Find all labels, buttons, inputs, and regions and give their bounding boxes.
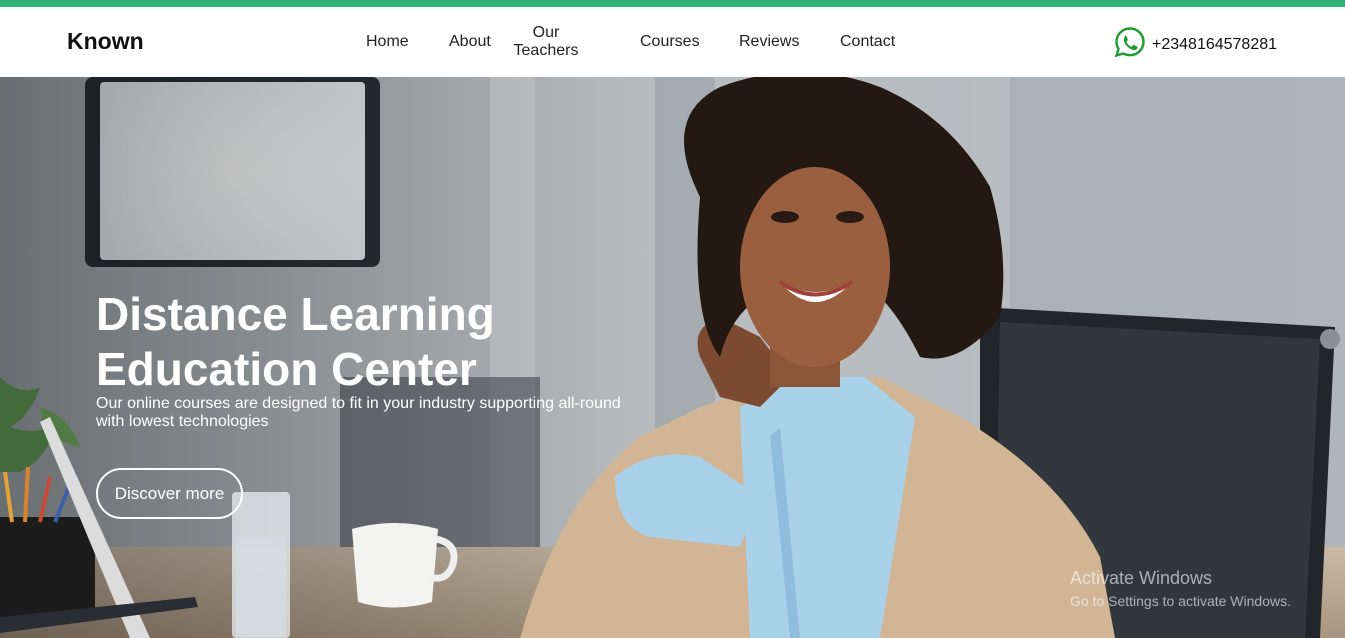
nav-our-teachers-line1: Our [532, 24, 560, 41]
activate-windows-watermark: Activate Windows Go to Settings to activ… [1070, 568, 1291, 609]
hero-subtitle-line2: with lowest technologies [96, 413, 269, 430]
nav-our-teachers[interactable]: Our Teachers [511, 24, 581, 60]
hero-section: Distance Learning Education Center Our o… [0, 77, 1345, 638]
hero-title-line2: Education Center [96, 343, 477, 395]
whatsapp-icon [1114, 26, 1146, 63]
hero-title: Distance Learning Education Center [96, 287, 576, 397]
top-accent-bar [0, 0, 1345, 7]
hero-subtitle: Our online courses are designed to fit i… [96, 395, 636, 431]
hero-title-line1: Distance Learning [96, 288, 495, 340]
watermark-title: Activate Windows [1070, 568, 1213, 588]
phone-contact[interactable]: +2348164578281 [1114, 26, 1277, 63]
hero-subtitle-line1: Our online courses are designed to fit i… [96, 395, 621, 412]
nav-reviews[interactable]: Reviews [739, 33, 799, 51]
nav-home[interactable]: Home [366, 33, 409, 51]
nav-about[interactable]: About [449, 33, 491, 51]
phone-number: +2348164578281 [1152, 35, 1278, 53]
site-header: Known Home About Our Teachers Courses Re… [0, 7, 1345, 77]
discover-more-button[interactable]: Discover more [96, 468, 243, 519]
nav-our-teachers-line2: Teachers [513, 42, 579, 59]
watermark-subtitle: Go to Settings to activate Windows. [1070, 593, 1291, 609]
nav-courses[interactable]: Courses [640, 33, 700, 51]
nav-contact[interactable]: Contact [840, 33, 895, 51]
